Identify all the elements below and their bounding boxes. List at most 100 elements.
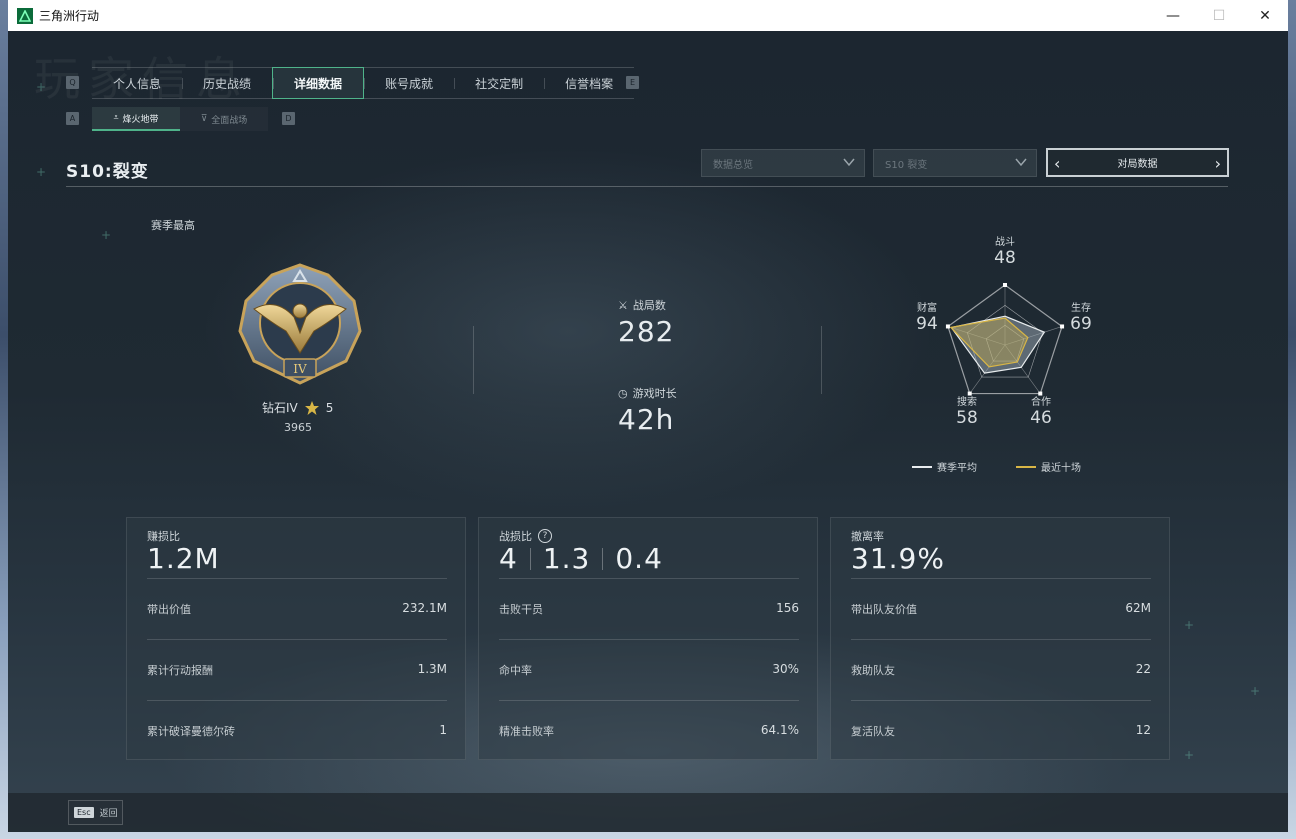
help-icon[interactable]: ? [538,529,552,543]
legend-recent-label: 最近十场 [1041,463,1081,474]
radar-axis-value: 58 [956,408,978,428]
stopwatch-icon: ◷ [618,386,628,400]
row-label: 累计行动报酬 [147,664,213,677]
rank-score: 3965 [284,421,312,434]
chevron-down-icon [1015,158,1027,167]
esc-key-hint: Esc [74,807,94,818]
app-logo-icon [17,7,33,24]
divider [66,186,1228,187]
list-item: 累计破译曼德尔砖 1 [147,723,447,739]
close-button[interactable]: ✕ [1242,0,1288,31]
divider [602,547,604,570]
row-label: 复活队友 [851,725,895,738]
pager-label: 对局数据 [1117,159,1158,170]
tab-extraction-zone-label: 烽火地带 [122,114,159,125]
list-item: 击败干员 156 [499,601,799,617]
row-value: 64.1% [760,723,799,737]
key-hint-a: A [66,112,79,125]
row-value: 1.3M [417,662,447,676]
main-content: 玩家信息 + + + + + + Q 个人信息 历史战绩 详细数据 账号成就 社… [8,31,1288,832]
radar-axis-name: 搜索 [957,397,977,408]
mode-tabs: ⩡ 烽火地带 ⊽ 全面战场 [92,107,268,131]
season-dropdown-value: S10 裂变 [885,159,928,171]
playtime-label: 游戏时长 [632,387,677,400]
divider [851,639,1151,640]
radar-axis-value: 46 [1030,408,1052,428]
rank-stars: 5 [325,400,334,415]
profit-card: 赚损比 1.2M 带出价值 232.1M 累计行动报酬 1.3M 累计破译曼德尔… [126,517,466,760]
tab-personal-info[interactable]: 个人信息 [92,68,182,98]
chevron-right-icon[interactable]: › [1215,154,1221,173]
diamond-rank-badge-icon: IV [238,263,362,385]
match-data-pager: ‹ 对局数据 › [1046,148,1229,177]
ability-radar-chart: 战斗 48 生存 69 合作 46 搜索 58 财富 94 [888,227,1128,437]
divider [499,700,799,701]
tab-achievements[interactable]: 账号成就 [364,68,454,98]
radar-axis-value: 69 [1070,314,1092,334]
row-value: 30% [772,662,799,676]
deco-plus-icon: + [101,228,112,242]
overview-dropdown[interactable]: 数据总览 [701,149,865,177]
extract-value: 31.9% [851,542,945,575]
divider [147,639,447,640]
radar-label-wealth: 财富 94 [902,299,952,334]
list-item: 带出队友价值 62M [851,601,1151,617]
list-item: 累计行动报酬 1.3M [147,662,447,678]
kd-card: 战损比 ? 4 1.3 0.4 击败干员 156 命中率 30% 精准击败率 6… [478,517,818,760]
tab-social[interactable]: 社交定制 [454,68,544,98]
divider [473,326,474,394]
deco-plus-icon: + [36,80,47,94]
row-value: 12 [1135,723,1151,737]
divider [529,547,531,570]
bottom-bar [8,793,1288,832]
tab-extraction-zone[interactable]: ⩡ 烽火地带 [92,107,180,131]
row-value: 232.1M [402,601,447,615]
overview-dropdown-value: 数据总览 [713,159,753,171]
badge-numeral: IV [293,362,307,376]
tab-full-battlefield-label: 全面战场 [211,115,248,126]
deco-plus-icon: + [1184,618,1195,632]
tab-full-battlefield[interactable]: ⊽ 全面战场 [180,107,268,131]
radar-axis-value: 48 [994,248,1016,268]
list-item: 救助队友 22 [851,662,1151,678]
list-item: 命中率 30% [499,662,799,678]
row-value: 62M [1125,601,1151,615]
divider [821,326,822,394]
back-label: 返回 [99,809,118,819]
season-dropdown[interactable]: S10 裂变 [873,149,1037,177]
chevron-down-icon [843,158,855,167]
legend-swatch [1016,465,1036,468]
radar-axis-name: 生存 [1071,303,1091,314]
playtime-value: 42h [618,403,675,436]
back-button[interactable]: Esc 返回 [68,800,123,825]
tab-detailed-data[interactable]: 详细数据 [272,67,365,99]
key-hint-d: D [282,112,295,125]
matches-label: 战局数 [632,299,666,312]
chevron-left-icon[interactable]: ‹ [1054,154,1060,173]
kd-value-3: 0.4 [615,542,663,575]
crossed-swords-icon: ⚔ [618,298,628,312]
battlefield-icon: ⊽ [200,114,208,124]
tab-match-history[interactable]: 历史战绩 [182,68,272,98]
maximize-button[interactable]: ☐ [1196,0,1242,31]
minimize-button[interactable]: — [1150,0,1196,31]
key-hint-e: E [626,76,639,89]
legend-season-average: 赛季平均 [912,459,977,474]
divider [147,700,447,701]
window-title: 三角洲行动 [39,9,100,23]
row-value: 156 [776,601,799,615]
radar-axis-name: 战斗 [995,237,1015,248]
divider [851,700,1151,701]
rank-name-row: 钻石IV 5 [262,399,333,416]
row-label: 救助队友 [851,664,895,677]
divider [147,578,447,579]
row-label: 击败干员 [499,603,543,616]
extract-card: 撤离率 31.9% 带出队友价值 62M 救助队友 22 复活队友 12 [830,517,1170,760]
season-best-label: 赛季最高 [151,219,195,232]
radar-label-survival: 生存 69 [1056,299,1106,334]
row-value: 1 [439,723,447,737]
tab-reputation[interactable]: 信誉档案 [544,68,634,98]
playtime-stat: ◷ 游戏时长 42h [618,385,677,437]
divider [851,578,1151,579]
radar-axis-name: 财富 [917,303,937,314]
